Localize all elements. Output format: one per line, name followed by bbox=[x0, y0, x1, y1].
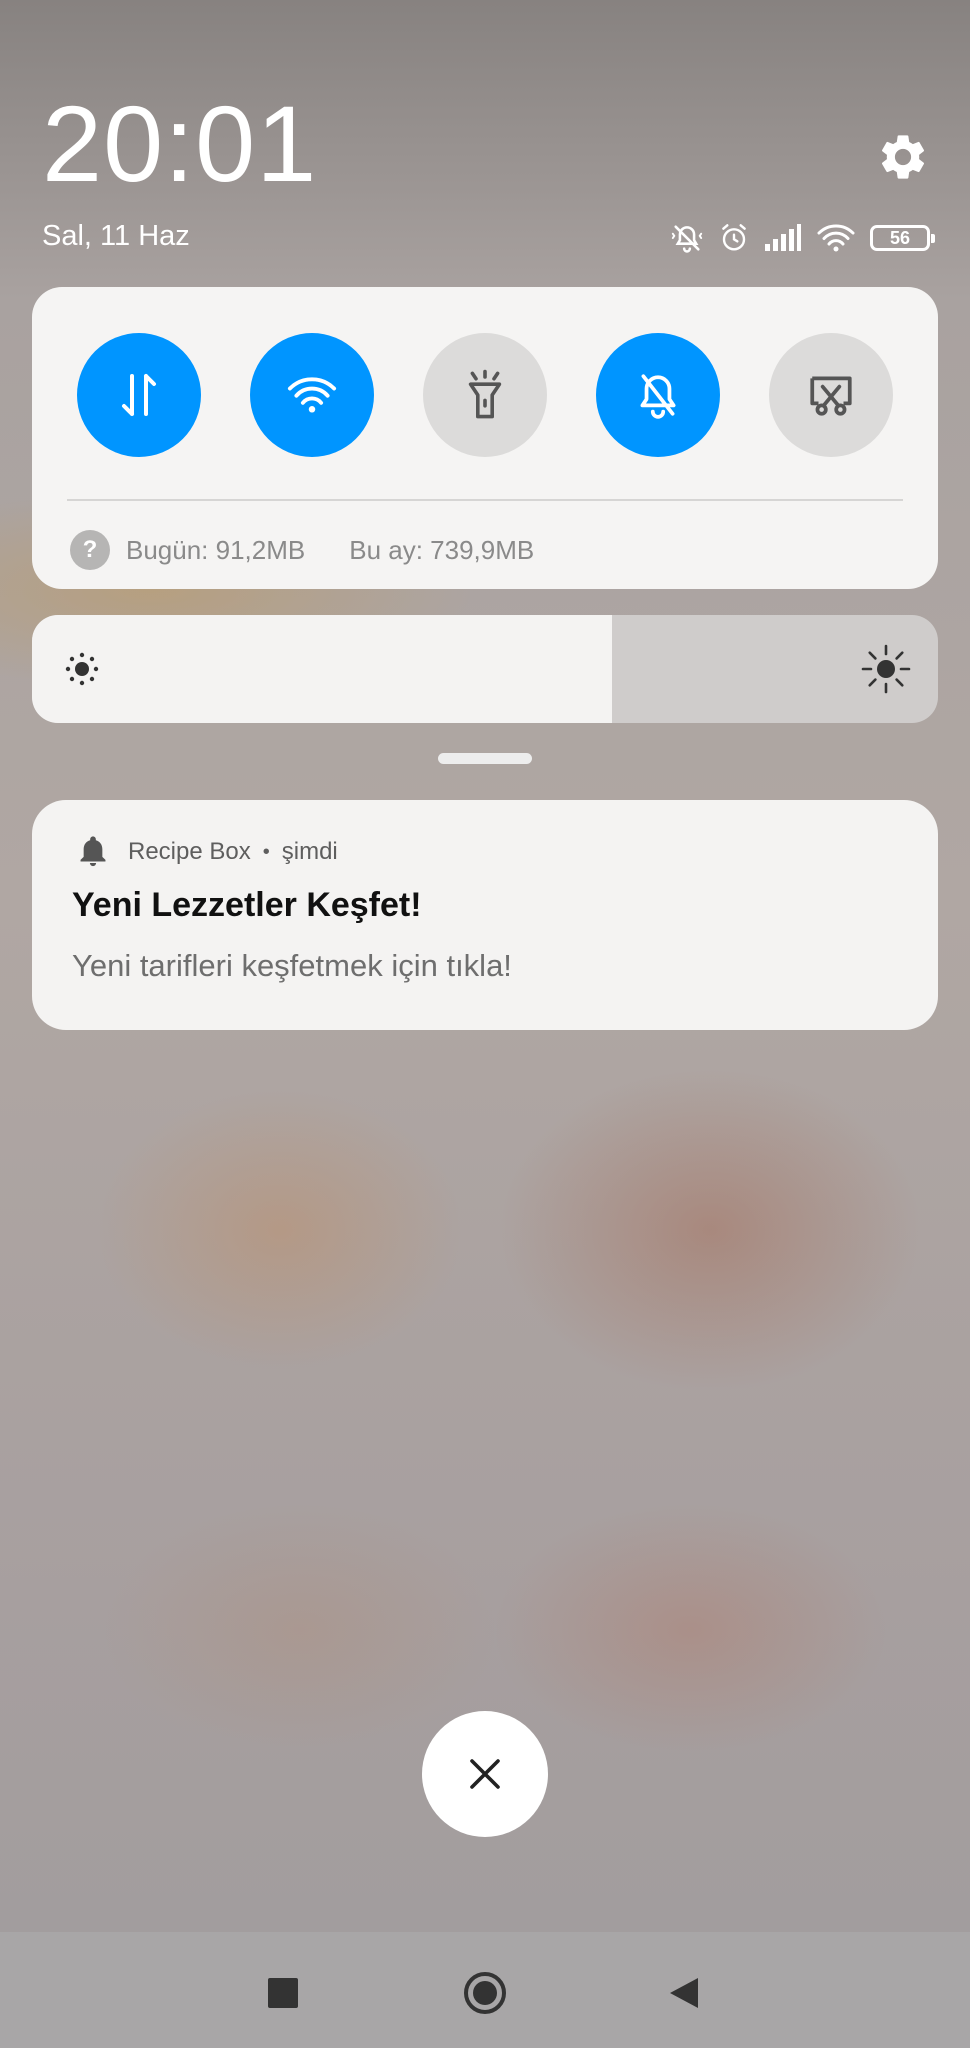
battery-level: 56 bbox=[889, 228, 911, 248]
clock-time: 20:01 bbox=[42, 83, 318, 204]
notification-app-name: Recipe Box bbox=[128, 838, 251, 865]
toggle-wifi[interactable] bbox=[250, 333, 374, 457]
notification-card[interactable]: Recipe Box • şimdi Yeni Lezzetler Keşfet… bbox=[32, 800, 938, 1030]
notification-body: Yeni tarifleri keşfetmek için tıkla! bbox=[72, 948, 512, 983]
status-icons: 56 bbox=[670, 218, 935, 258]
divider bbox=[67, 499, 903, 501]
clear-notifications-button[interactable] bbox=[422, 1711, 548, 1837]
navigation-bar bbox=[0, 1932, 970, 2048]
battery-indicator: 56 bbox=[870, 225, 935, 251]
toggle-screenshot[interactable] bbox=[769, 333, 893, 457]
notification-header: Recipe Box • şimdi bbox=[76, 834, 338, 870]
bell-icon bbox=[80, 836, 106, 867]
notification-time: şimdi bbox=[281, 838, 338, 865]
usage-month: Bu ay: 739,9MB bbox=[349, 534, 535, 565]
toggle-flashlight[interactable] bbox=[423, 333, 547, 457]
recent-apps-button[interactable] bbox=[268, 1978, 298, 2008]
brightness-slider[interactable] bbox=[32, 615, 938, 723]
home-button[interactable] bbox=[464, 1972, 506, 2014]
wifi-icon bbox=[287, 377, 337, 413]
toggle-mobile-data[interactable] bbox=[77, 333, 201, 457]
alarm-icon bbox=[722, 224, 746, 251]
screenshot-icon bbox=[810, 376, 852, 416]
data-arrows-icon bbox=[122, 374, 156, 416]
flashlight-icon bbox=[468, 369, 502, 419]
signal-icon bbox=[765, 224, 801, 251]
brightness-low-icon bbox=[65, 652, 99, 686]
quick-settings-panel: ? Bugün: 91,2MB Bu ay: 739,9MB bbox=[32, 287, 938, 589]
data-usage[interactable]: ? Bugün: 91,2MB Bu ay: 739,9MB bbox=[70, 527, 534, 573]
vibrate-off-icon bbox=[671, 225, 703, 253]
date-label: Sal, 11 Haz bbox=[42, 220, 190, 252]
close-icon bbox=[470, 1759, 500, 1789]
toggle-silent[interactable] bbox=[596, 333, 720, 457]
bell-off-icon bbox=[640, 374, 676, 419]
wifi-icon bbox=[817, 224, 855, 252]
back-button[interactable] bbox=[668, 1976, 700, 2010]
notification-title: Yeni Lezzetler Keşfet! bbox=[72, 886, 422, 924]
usage-today: Bugün: 91,2MB bbox=[126, 534, 306, 565]
brightness-fill bbox=[32, 615, 612, 723]
help-icon: ? bbox=[70, 530, 110, 570]
gear-icon[interactable] bbox=[876, 130, 930, 184]
panel-drag-handle[interactable] bbox=[438, 753, 532, 764]
notification-separator: • bbox=[262, 840, 270, 863]
brightness-high-icon bbox=[861, 644, 911, 694]
